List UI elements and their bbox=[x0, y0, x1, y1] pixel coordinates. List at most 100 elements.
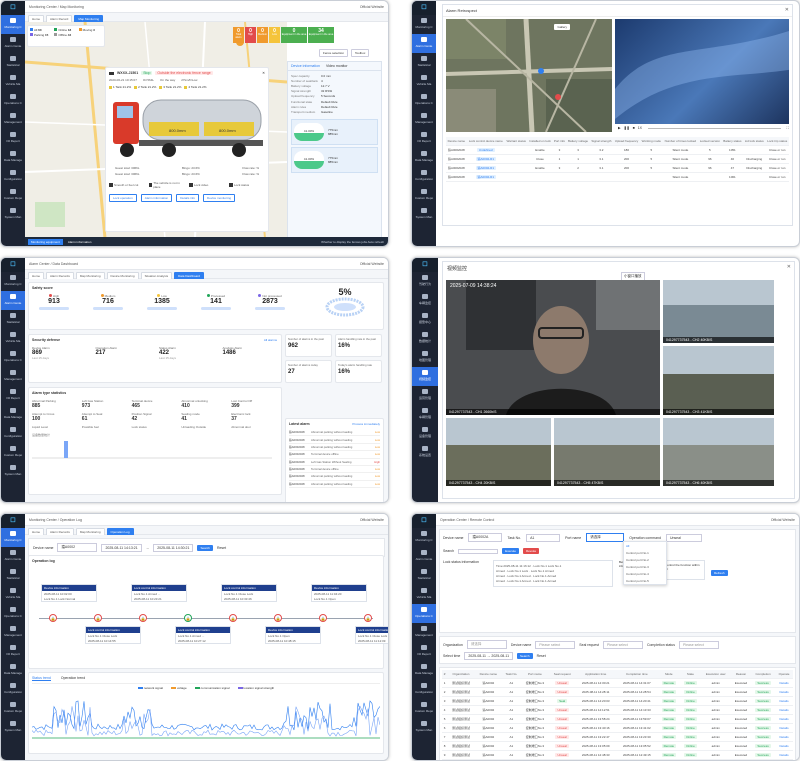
popup-action-button[interactable]: Details info bbox=[176, 194, 200, 202]
popup-action-button[interactable]: Device monitoring bbox=[203, 194, 236, 202]
alarm-type-item[interactable]: Abnormal unlocking 410 bbox=[181, 399, 228, 409]
sidebar-item[interactable]: 驾驶行为 bbox=[412, 272, 438, 291]
table-row[interactable]: 3 测试组织测试 猿A0002 A1 控制端口No.3 Seal 2025-08-11 14… bbox=[442, 696, 793, 706]
sidebar-item[interactable]: Management bbox=[1, 110, 25, 129]
score-item[interactable]: High 913 bbox=[32, 294, 76, 310]
alarm-type-item[interactable]: Terminal device 465 bbox=[132, 399, 179, 409]
timeline-event[interactable]: Lock control information Lock No.1 Close … bbox=[85, 626, 141, 644]
latest-alarm-row[interactable]: 猿A0002028 Abnormal parking without loadin… bbox=[289, 436, 380, 444]
playback-speed[interactable]: 1X bbox=[638, 126, 642, 130]
official-website-link[interactable]: Official Website bbox=[360, 1, 384, 13]
table-row[interactable]: 2 测试组织测试 猿A0002 A1 控制端口No.3 Unseal 2025-08-11 … bbox=[442, 687, 793, 697]
sidebar-item[interactable]: Vehicle Ma bbox=[1, 585, 25, 604]
device-tag[interactable]: 猿A0002-R1 bbox=[475, 175, 497, 179]
sidebar-item[interactable]: Management bbox=[1, 367, 25, 386]
table-row[interactable]: 9 测试组织测试 猿A0002 A1 控制端口No.3 Unseal 2025-08-11 … bbox=[442, 750, 793, 760]
sidebar-item[interactable]: Oil Report bbox=[1, 642, 25, 661]
table-cell[interactable]: Details bbox=[775, 714, 793, 724]
defense-item[interactable]: Device Alarm 869 Last 15 days bbox=[32, 346, 88, 360]
sidebar-item[interactable]: 视频监控 bbox=[412, 367, 438, 386]
sidebar-item[interactable]: Alarm Cente bbox=[1, 34, 25, 53]
table-cell[interactable]: Details bbox=[775, 687, 793, 697]
sidebar-item[interactable]: Configuration bbox=[412, 167, 436, 186]
video-player[interactable]: ▶ ❚❚ ■ 1X ⛶ bbox=[615, 19, 789, 132]
sidebar-item[interactable]: Vehicle Ma bbox=[1, 329, 25, 348]
alarm-count-box[interactable]: 34 Equipment in the area bbox=[308, 27, 334, 43]
info-tab[interactable]: Video monitor bbox=[326, 64, 348, 68]
dropdown-option[interactable]: Control port No.3 bbox=[624, 563, 666, 570]
pause-icon[interactable]: ❚❚ bbox=[624, 126, 630, 130]
sidebar-item[interactable]: Alarm Cente bbox=[1, 291, 25, 310]
timeline-event[interactable]: Lock control information Lock No.1 Close … bbox=[221, 584, 277, 602]
table-row[interactable]: 猿A0002028 猿A0002-R1 Close 1 1 3.1 200 5 Silent m… bbox=[446, 154, 789, 164]
alarm-type-item[interactable]: Attempt to Cross 100 bbox=[32, 412, 79, 422]
tank-chip[interactable]: 1 Tank 21.2% bbox=[109, 85, 131, 89]
timeline-lock-icon[interactable]: 🔒 bbox=[139, 614, 147, 622]
official-website-link[interactable]: Official Website bbox=[771, 514, 795, 526]
sidebar-item[interactable]: Data Manage bbox=[1, 661, 25, 680]
sidebar-item[interactable]: System Man bbox=[412, 205, 436, 224]
execute-button[interactable]: Execute bbox=[502, 548, 519, 554]
official-website-link[interactable]: Official Website bbox=[360, 258, 384, 270]
timeline-event[interactable]: Device information Lock No.1 Open 2025-08-… bbox=[265, 626, 321, 644]
operation-command-select[interactable]: Unseal bbox=[665, 533, 702, 542]
device-tag[interactable]: Undefined bbox=[476, 148, 495, 152]
details-link[interactable]: Details bbox=[779, 744, 788, 748]
sidebar-item[interactable]: Monitoring C bbox=[1, 528, 25, 547]
filter-select[interactable]: Please select bbox=[678, 640, 719, 649]
sidebar-item[interactable]: Custom Repo bbox=[1, 699, 25, 718]
sidebar-item[interactable]: Oil Report bbox=[412, 642, 436, 661]
timeline-event[interactable]: Device information 2025-08-11 10:02:00 Loc… bbox=[41, 584, 97, 602]
sidebar-item[interactable]: 数据统计 bbox=[412, 329, 438, 348]
alarm-count-box[interactable]: 0 Equipment in the area bbox=[281, 27, 307, 43]
dropdown-option[interactable]: Control port No.4 bbox=[624, 570, 666, 577]
timeline-event[interactable]: Lock control information Lock No.1 Armed … bbox=[175, 626, 231, 644]
bottom-tab[interactable]: Alarm information bbox=[65, 239, 95, 245]
device-tag[interactable]: 猿A0002-R1 bbox=[475, 166, 497, 170]
all-alarms-link[interactable]: All alarms bbox=[264, 338, 277, 342]
defense-item[interactable]: Analysis Alarm 1486 bbox=[223, 346, 279, 360]
satellite-map[interactable]: Gallery bbox=[446, 19, 612, 132]
sidebar-item[interactable]: Operations C bbox=[1, 604, 25, 623]
sidebar-item[interactable]: Data Manage bbox=[1, 148, 25, 167]
sidebar-item[interactable]: Alarm Cente bbox=[412, 34, 436, 53]
latest-alarm-row[interactable]: 猿A0002028 Abnormal parking without loadin… bbox=[289, 473, 380, 481]
date-from-input[interactable]: 2025-08-11 14:13:21 bbox=[101, 543, 142, 552]
device-name-select[interactable]: 猿A0002A bbox=[468, 533, 503, 542]
bottom-tab[interactable]: Monitoring equipment bbox=[28, 238, 63, 245]
chart-tab[interactable]: Status trend bbox=[32, 676, 51, 681]
table-row[interactable]: 8 测试组织测试 猿A0002 A1 控制端口No.3 Unseal 2025-08-11 … bbox=[442, 741, 793, 751]
sidebar-item[interactable]: Management bbox=[412, 110, 436, 129]
latest-alarm-row[interactable]: 猿A0002028 Terminal device offline Low bbox=[289, 451, 380, 459]
sidebar-item[interactable]: 系统设置 bbox=[412, 443, 438, 462]
dropdown-option[interactable]: Control port No.1 bbox=[624, 549, 666, 556]
sidebar-item[interactable]: Vehicle Ma bbox=[1, 72, 25, 91]
alarm-type-item[interactable]: Attempt to Seal 61 bbox=[82, 412, 129, 422]
details-link[interactable]: Details bbox=[779, 726, 788, 730]
date-range-input[interactable]: 2025-08-11 → 2025-08-11 bbox=[464, 652, 514, 660]
sidebar-item[interactable]: Statistical bbox=[412, 566, 436, 585]
table-row[interactable]: 猿A0002028 Undefined Enable 3 3 3.2 180 5 Silent … bbox=[446, 145, 789, 155]
sidebar-item[interactable]: Data Manage bbox=[412, 148, 436, 167]
timeline-event[interactable]: Device information 2025-08-11 11:04:20 Loc… bbox=[311, 584, 367, 602]
sidebar-item[interactable]: 运营管理 bbox=[412, 386, 438, 405]
table-row[interactable]: 6 测试组织测试 猿A0002 A1 控制端口No.3 Unseal 2025-08-11 … bbox=[442, 723, 793, 733]
sidebar-item[interactable]: 车辆监控 bbox=[412, 291, 438, 310]
sidebar-item[interactable]: Vehicle Ma bbox=[412, 585, 436, 604]
table-cell[interactable]: Details bbox=[775, 732, 793, 742]
sidebar-item[interactable]: Configuration bbox=[1, 167, 25, 186]
legend-item[interactable]: Parking 15 bbox=[30, 33, 53, 37]
table-cell[interactable]: Details bbox=[775, 696, 793, 706]
timeline-lock-icon[interactable]: 🔒 bbox=[94, 614, 102, 622]
chart-tab[interactable]: Operation trend bbox=[61, 676, 85, 681]
latest-alarm-row[interactable]: 猿A0002028 Left Gas Station Without Sealin… bbox=[289, 459, 380, 466]
sidebar-item[interactable]: Custom Repo bbox=[412, 699, 436, 718]
close-icon[interactable]: ✕ bbox=[785, 7, 789, 13]
timeline-lock-icon[interactable]: 🔒 bbox=[49, 614, 57, 622]
search-button[interactable]: Search bbox=[517, 653, 533, 659]
search-button[interactable]: Search bbox=[197, 544, 213, 551]
tank-chip[interactable]: 2 Tank 21.2% bbox=[134, 85, 156, 89]
sidebar-item[interactable]: Vehicle Ma bbox=[412, 72, 436, 91]
reset-button[interactable]: Reset bbox=[537, 654, 546, 658]
sidebar-item[interactable]: Monitoring C bbox=[412, 528, 436, 547]
